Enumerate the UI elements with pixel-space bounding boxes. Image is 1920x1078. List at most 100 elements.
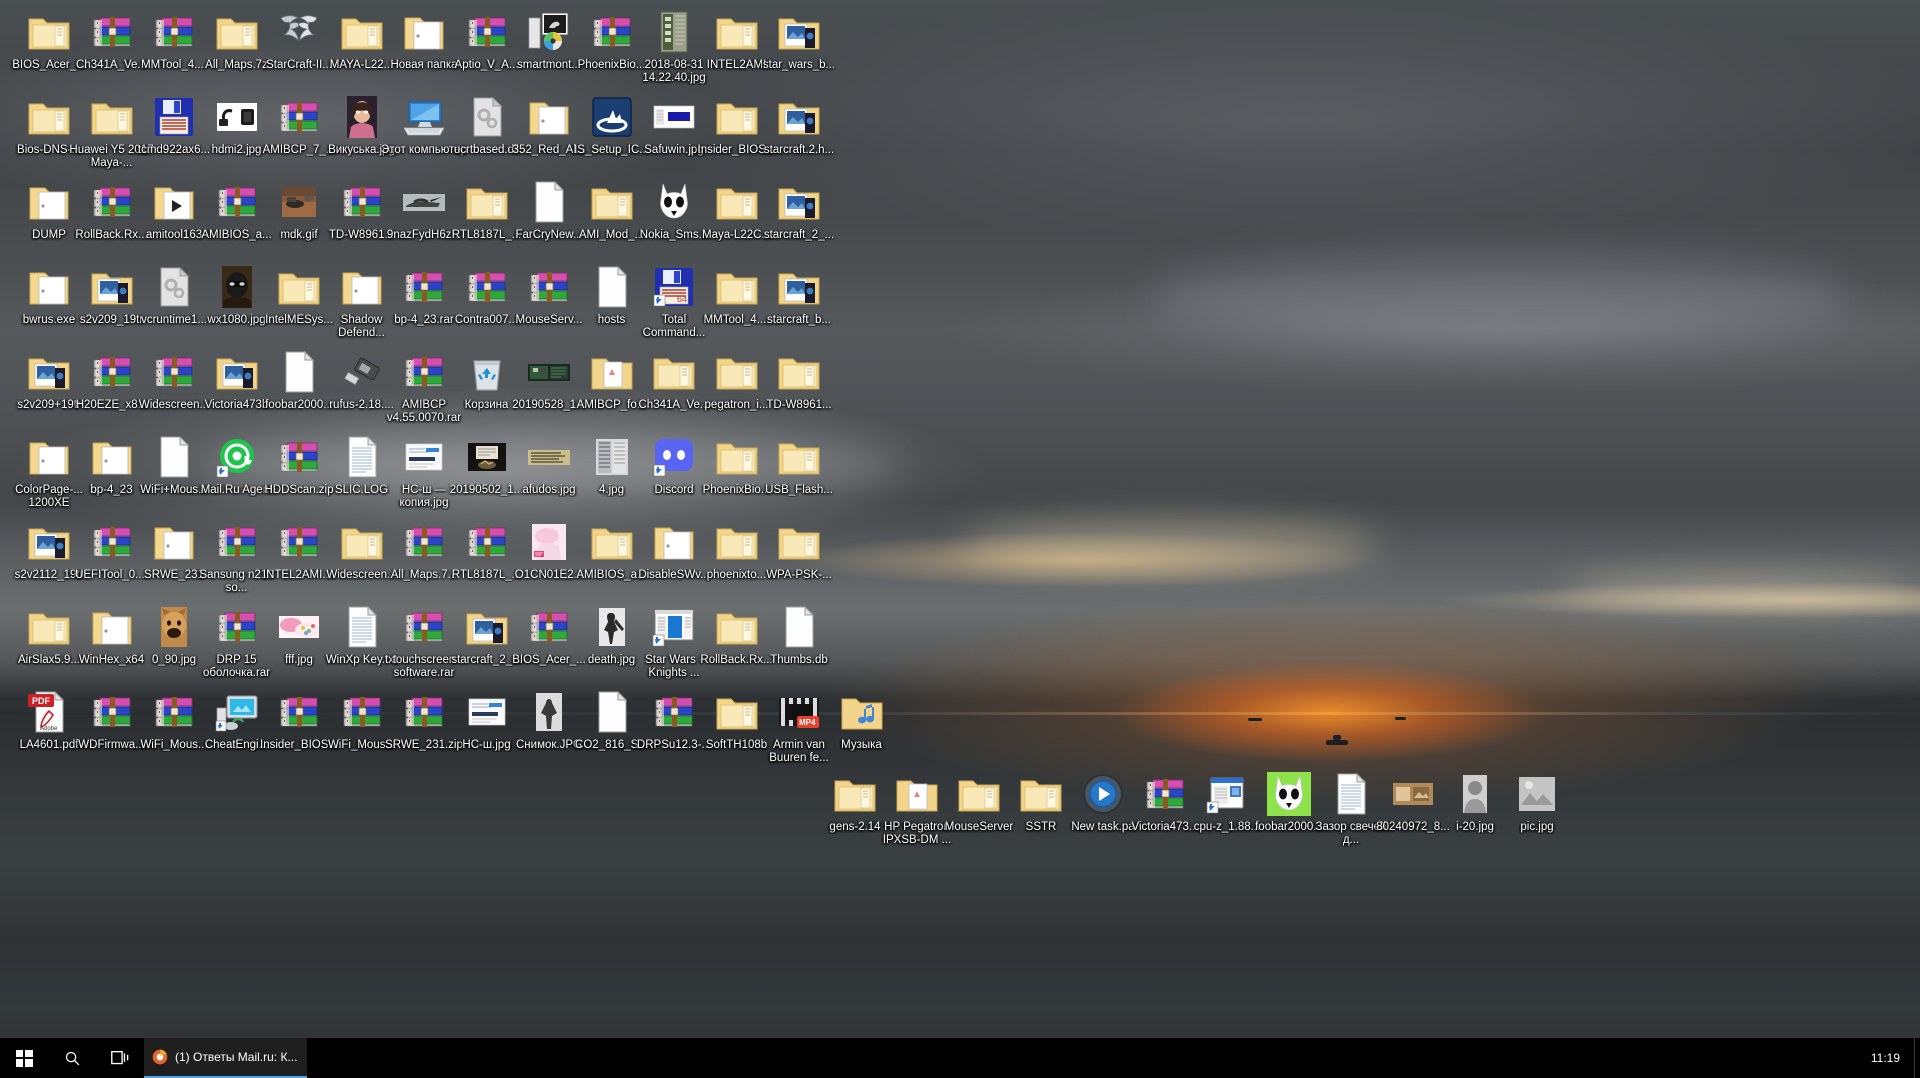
folder-img-icon bbox=[213, 348, 261, 396]
photo-person-icon bbox=[1451, 770, 1499, 818]
thispc-icon bbox=[400, 93, 448, 141]
rar-icon bbox=[525, 603, 573, 651]
blankdoc-icon bbox=[588, 263, 636, 311]
logdoc-icon bbox=[338, 603, 386, 651]
photo-rack-icon bbox=[588, 433, 636, 481]
photo-pink-icon bbox=[525, 518, 573, 566]
folder-icon bbox=[713, 603, 761, 651]
desktop-icon[interactable]: WPA-PSK-... bbox=[756, 518, 842, 582]
folder-icon bbox=[275, 263, 323, 311]
photo-grey-icon bbox=[1513, 770, 1561, 818]
folder-open-icon bbox=[150, 518, 198, 566]
rar-icon bbox=[463, 263, 511, 311]
taskbar-item-browser[interactable]: (1) Ответы Mail.ru: К... bbox=[144, 1038, 308, 1078]
folder-icon bbox=[775, 348, 823, 396]
clock-time: 11:19 bbox=[1870, 1051, 1900, 1065]
desktop-icon-label: TD-W8961... bbox=[766, 399, 832, 411]
discord-icon bbox=[650, 433, 698, 481]
rar-icon bbox=[338, 688, 386, 736]
folder-icon bbox=[588, 518, 636, 566]
folder-icon bbox=[25, 603, 73, 651]
folder-icon bbox=[775, 518, 823, 566]
rar-icon bbox=[463, 518, 511, 566]
blankdoc-icon bbox=[525, 178, 573, 226]
rar-icon bbox=[338, 178, 386, 226]
folder-icon bbox=[713, 348, 761, 396]
desktop-icon-label: starcraft.2.h... bbox=[763, 144, 835, 156]
task-view-button[interactable] bbox=[96, 1038, 144, 1078]
folder-img-icon bbox=[775, 263, 823, 311]
desktop-icon[interactable]: starcraft_b... bbox=[756, 263, 842, 327]
photo-doc2-icon bbox=[400, 433, 448, 481]
logdoc-icon bbox=[1327, 770, 1375, 818]
desktop-icon[interactable]: USB_Flash... bbox=[756, 433, 842, 497]
rar-icon bbox=[275, 518, 323, 566]
folder-icon bbox=[955, 770, 1003, 818]
desktop-icon-label: USB_Flash... bbox=[765, 484, 833, 496]
folder-img-icon bbox=[775, 93, 823, 141]
folder-icon bbox=[713, 518, 761, 566]
folder-icon bbox=[463, 178, 511, 226]
desktop-icon[interactable]: starcraft_2_... bbox=[756, 178, 842, 242]
rar-icon bbox=[400, 348, 448, 396]
desktop-icon[interactable]: TD-W8961... bbox=[756, 348, 842, 412]
search-button[interactable] bbox=[48, 1038, 96, 1078]
desktop-icon[interactable]: Музыка bbox=[819, 688, 905, 752]
desktop-icon[interactable]: starcraft.2.h... bbox=[756, 93, 842, 157]
desktop-icon-grid: BIOS_Acer_... Ch341A_Ve... MMTool_4.... … bbox=[0, 0, 1920, 1078]
show-desktop-button[interactable] bbox=[1914, 1038, 1920, 1078]
photo-mdk-icon bbox=[275, 178, 323, 226]
folder-open-icon bbox=[400, 8, 448, 56]
photo-text-icon bbox=[525, 433, 573, 481]
folder-doc-icon bbox=[588, 348, 636, 396]
folder-icon bbox=[713, 8, 761, 56]
foobar-cat-green-icon bbox=[1265, 770, 1313, 818]
folder-open-icon bbox=[525, 93, 573, 141]
folder-open-icon bbox=[88, 433, 136, 481]
rar-icon bbox=[88, 8, 136, 56]
photo-board-icon bbox=[525, 348, 573, 396]
taskbar: (1) Ответы Mail.ru: К... 11:19 bbox=[0, 1038, 1920, 1078]
folder-img-icon bbox=[88, 263, 136, 311]
photo-candy-icon bbox=[275, 603, 323, 651]
folder-img-icon bbox=[25, 348, 73, 396]
floppy-icon bbox=[150, 93, 198, 141]
pdf-icon: PDF Adobe bbox=[25, 688, 73, 736]
rar-icon bbox=[400, 518, 448, 566]
desktop-icon[interactable]: pic.jpg bbox=[1494, 770, 1580, 834]
logdoc-icon bbox=[338, 433, 386, 481]
desktop-icon-label: Thumbs.db bbox=[770, 654, 828, 666]
taskbar-clock[interactable]: 11:19 bbox=[1863, 1051, 1914, 1065]
desktop-icon-label: pic.jpg bbox=[1520, 821, 1554, 833]
desktop-icon[interactable]: Thumbs.db bbox=[756, 603, 842, 667]
folder-icon bbox=[713, 178, 761, 226]
desktop-icon[interactable]: star_wars_b... bbox=[756, 8, 842, 72]
desktop-icon-label: star_wars_b... bbox=[762, 59, 836, 71]
cpuz-icon bbox=[1203, 770, 1251, 818]
recycle-icon bbox=[463, 348, 511, 396]
photo-doc2-icon bbox=[463, 688, 511, 736]
desktop-icon-label: WPA-PSK-... bbox=[766, 569, 832, 581]
folder-icon bbox=[650, 348, 698, 396]
blankdoc-icon bbox=[275, 348, 323, 396]
winapp-icon bbox=[650, 603, 698, 651]
rar-icon bbox=[150, 8, 198, 56]
photo-dark-icon bbox=[463, 433, 511, 481]
search-icon bbox=[65, 1051, 79, 1065]
taskbar-item-label: (1) Ответы Mail.ru: К... bbox=[175, 1050, 298, 1064]
rar-icon bbox=[275, 688, 323, 736]
folder-open-icon bbox=[25, 178, 73, 226]
folder-icon bbox=[775, 433, 823, 481]
rar-icon bbox=[525, 263, 573, 311]
photo-bw-icon bbox=[525, 688, 573, 736]
rar-icon bbox=[213, 603, 261, 651]
svg-text:MP4: MP4 bbox=[799, 718, 816, 727]
folder-play-icon bbox=[150, 178, 198, 226]
rar-icon bbox=[88, 348, 136, 396]
folder-icon bbox=[25, 8, 73, 56]
start-button[interactable] bbox=[0, 1038, 48, 1078]
folder-open-icon bbox=[25, 433, 73, 481]
rar-icon bbox=[400, 688, 448, 736]
rar-icon bbox=[275, 93, 323, 141]
desktop-icon-label: starcraft_2_... bbox=[763, 229, 835, 241]
